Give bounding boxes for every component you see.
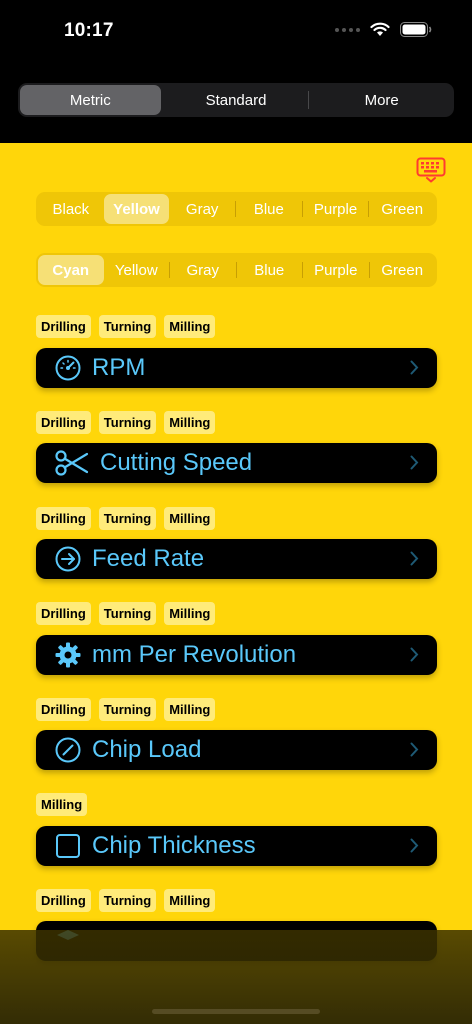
cellular-signal-icon bbox=[335, 27, 360, 32]
theme-gray[interactable]: Gray bbox=[169, 194, 235, 224]
calculator-tags: Drilling Turning Milling bbox=[36, 698, 216, 721]
accent-blue[interactable]: Blue bbox=[237, 255, 303, 285]
tag-drilling: Drilling bbox=[36, 315, 91, 338]
chevron-right-icon bbox=[410, 551, 419, 566]
gauge-icon bbox=[54, 354, 82, 382]
calculator-tags: Drilling Turning Milling bbox=[36, 411, 216, 434]
cutting-speed-row[interactable]: Cutting Speed bbox=[36, 443, 437, 483]
theme-green[interactable]: Green bbox=[369, 194, 435, 224]
tag-drilling: Drilling bbox=[36, 507, 91, 530]
accent-color-picker: Cyan Yellow Gray Blue Purple Green bbox=[36, 253, 437, 287]
accent-yellow[interactable]: Yellow bbox=[104, 255, 170, 285]
tag-milling: Milling bbox=[36, 793, 88, 816]
tag-milling: Milling bbox=[164, 698, 216, 721]
tag-drilling: Drilling bbox=[36, 889, 91, 912]
theme-blue[interactable]: Blue bbox=[236, 194, 302, 224]
calculator-tags: Drilling Turning Milling bbox=[36, 889, 216, 912]
calculator-tags: Drilling Turning Milling bbox=[36, 315, 216, 338]
tag-turning: Turning bbox=[98, 602, 157, 625]
tag-turning: Turning bbox=[98, 411, 157, 434]
scissors-icon bbox=[54, 449, 90, 477]
feed-rate-row[interactable]: Feed Rate bbox=[36, 539, 437, 579]
status-bar: 10:17 bbox=[0, 0, 472, 70]
arrow-circle-icon bbox=[54, 545, 82, 573]
chevron-right-icon bbox=[410, 647, 419, 662]
slash-circle-icon bbox=[54, 736, 82, 764]
tag-turning: Turning bbox=[98, 507, 157, 530]
chevron-right-icon bbox=[410, 360, 419, 375]
wifi-icon bbox=[370, 22, 390, 36]
theme-purple[interactable]: Purple bbox=[303, 194, 369, 224]
tag-turning: Turning bbox=[98, 315, 157, 338]
calculator-tags: Drilling Turning Milling bbox=[36, 507, 216, 530]
calculator-tags: Milling bbox=[36, 793, 88, 816]
accent-green[interactable]: Green bbox=[370, 255, 436, 285]
status-icons bbox=[335, 22, 432, 37]
tag-drilling: Drilling bbox=[36, 698, 91, 721]
rpm-row[interactable]: RPM bbox=[36, 348, 437, 388]
chip-thickness-row[interactable]: Chip Thickness bbox=[36, 826, 437, 866]
tag-drilling: Drilling bbox=[36, 602, 91, 625]
chip-load-row[interactable]: Chip Load bbox=[36, 730, 437, 770]
chevron-right-icon bbox=[410, 838, 419, 853]
divider bbox=[308, 91, 310, 109]
tag-milling: Milling bbox=[164, 315, 216, 338]
accent-purple[interactable]: Purple bbox=[303, 255, 369, 285]
row-label: RPM bbox=[92, 354, 146, 381]
row-label: mm Per Revolution bbox=[92, 641, 297, 668]
tag-milling: Milling bbox=[164, 507, 216, 530]
keyboard-icon bbox=[416, 157, 446, 183]
accent-cyan[interactable]: Cyan bbox=[38, 255, 104, 285]
tag-drilling: Drilling bbox=[36, 411, 91, 434]
row-label: Chip Thickness bbox=[92, 832, 256, 859]
tag-milling: Milling bbox=[164, 602, 216, 625]
square-icon bbox=[54, 832, 82, 860]
row-label: Chip Load bbox=[92, 736, 202, 763]
row-label: Cutting Speed bbox=[100, 449, 253, 476]
tag-milling: Milling bbox=[164, 889, 216, 912]
header: Metric Standard More bbox=[0, 70, 472, 143]
tab-more[interactable]: More bbox=[311, 85, 452, 115]
theme-black[interactable]: Black bbox=[38, 194, 104, 224]
tab-metric[interactable]: Metric bbox=[20, 85, 161, 115]
main-content: Black Yellow Gray Blue Purple Green Cyan… bbox=[0, 143, 472, 1024]
tab-standard[interactable]: Standard bbox=[166, 85, 307, 115]
theme-yellow[interactable]: Yellow bbox=[103, 194, 170, 224]
keyboard-button[interactable] bbox=[416, 157, 446, 183]
status-time: 10:17 bbox=[64, 20, 114, 41]
row-label: Feed Rate bbox=[92, 545, 205, 572]
tag-turning: Turning bbox=[98, 698, 157, 721]
theme-color-picker: Black Yellow Gray Blue Purple Green bbox=[36, 192, 437, 226]
tag-turning: Turning bbox=[98, 889, 157, 912]
gear-icon bbox=[54, 641, 82, 669]
home-indicator[interactable] bbox=[152, 1009, 320, 1014]
mm-per-revolution-row[interactable]: mm Per Revolution bbox=[36, 635, 437, 675]
units-segmented-control: Metric Standard More bbox=[18, 83, 454, 117]
calculator-tags: Drilling Turning Milling bbox=[36, 602, 216, 625]
chevron-right-icon bbox=[410, 742, 419, 757]
tag-milling: Milling bbox=[164, 411, 216, 434]
battery-icon bbox=[400, 22, 432, 37]
chevron-right-icon bbox=[410, 455, 419, 470]
accent-gray[interactable]: Gray bbox=[170, 255, 236, 285]
